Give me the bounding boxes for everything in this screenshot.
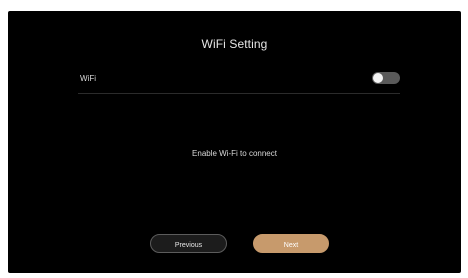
setup-screen: WiFi Setting WiFi Enable Wi-Fi to connec…	[8, 11, 461, 273]
wifi-setting-row: WiFi	[78, 67, 400, 94]
screenshot-frame: WiFi Setting WiFi Enable Wi-Fi to connec…	[0, 0, 468, 278]
previous-button[interactable]: Previous	[150, 234, 227, 253]
toggle-knob	[373, 73, 383, 83]
wifi-toggle[interactable]	[372, 72, 400, 84]
status-message: Enable Wi-Fi to connect	[192, 149, 277, 158]
page-title: WiFi Setting	[201, 37, 268, 51]
wifi-label: WiFi	[80, 74, 96, 83]
next-button[interactable]: Next	[253, 234, 329, 253]
